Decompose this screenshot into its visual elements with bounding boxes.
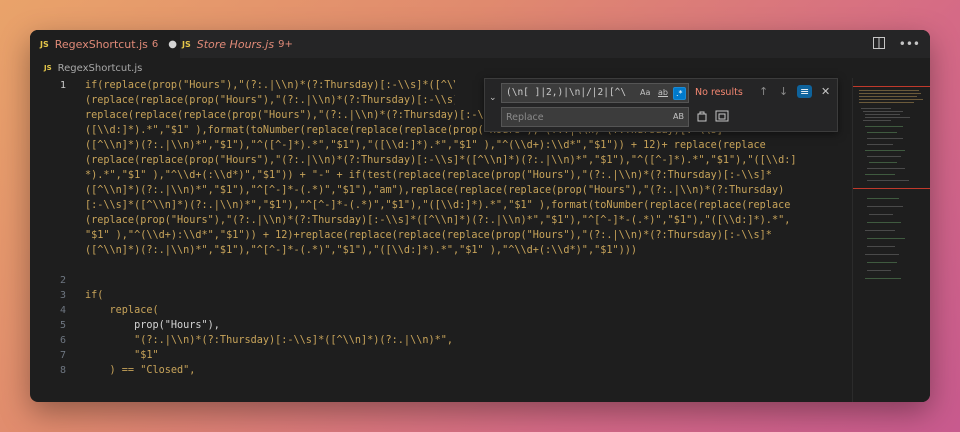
preserve-case-toggle[interactable]: AB xyxy=(673,112,684,121)
code-line: ([^\\n]*)(?:.|\\n)*","$1"),"^[^-]*-(.*)"… xyxy=(85,245,638,256)
minimap-line xyxy=(867,198,899,199)
minimap-line xyxy=(867,180,909,181)
code-line: "(?:.|\\n)*(?:Thursday)[:-\\s]*([^\\n]*)… xyxy=(85,335,454,346)
code-line: ) == "Closed", xyxy=(85,365,196,376)
minimap-line xyxy=(865,174,895,175)
minimap-line xyxy=(867,132,897,133)
code-line: "$1" ),"^(\\d+):\\d*","$1")) + 12)+repla… xyxy=(85,230,772,241)
minimap-marker xyxy=(853,86,930,87)
minimap-line xyxy=(863,111,903,112)
code-line: "$1" xyxy=(85,350,159,361)
minimap-line xyxy=(865,126,903,127)
code-line: if( xyxy=(85,290,104,301)
tab-label: RegexShortcut.js xyxy=(54,37,148,51)
regex-toggle[interactable]: .* xyxy=(673,87,686,100)
minimap-line xyxy=(869,214,893,215)
minimap-line xyxy=(867,156,901,157)
line-number: 5 xyxy=(59,320,66,331)
code-line: (replace(replace(prop("Hours"),"(?:.|\\n… xyxy=(85,95,455,106)
minimap-line xyxy=(867,246,895,247)
more-actions-icon[interactable]: ••• xyxy=(899,37,920,51)
minimap-line xyxy=(865,278,901,279)
code-line: replace( xyxy=(85,305,159,316)
minimap-line xyxy=(867,144,893,145)
code-line: *).*","$1" ),"^\\d+(:\\d*)","$1")) + "-"… xyxy=(85,170,772,181)
minimap-line xyxy=(865,254,899,255)
minimap[interactable] xyxy=(852,78,930,402)
replace-all-icon[interactable] xyxy=(715,110,729,125)
minimap-line xyxy=(865,117,910,118)
minimap-marker xyxy=(853,188,930,189)
minimap-line xyxy=(865,114,900,115)
minimap-line xyxy=(859,90,919,91)
line-number: 2 xyxy=(59,275,66,286)
previous-match-icon[interactable]: ↑ xyxy=(759,85,768,98)
match-case-toggle[interactable]: Aa xyxy=(638,87,652,98)
code-line: (replace(replace(prop("Hours"),"(?:.|\\n… xyxy=(85,155,797,166)
minimap-line xyxy=(867,262,897,263)
code-line: (replace(prop("Hours"),"(?:.|\\n)*(?:Thu… xyxy=(85,215,791,226)
breadcrumb-file[interactable]: RegexShortcut.js xyxy=(58,63,143,74)
find-replace-widget: ⌄ (\n[ ]|2,)|\n|/|2|[^\n]*) Aa ab .* No … xyxy=(484,78,838,132)
minimap-line xyxy=(859,93,921,94)
minimap-line xyxy=(863,120,891,121)
line-number: 6 xyxy=(59,335,66,346)
editor-window: JS RegexShortcut.js 6 ● JS Store Hours.j… xyxy=(30,30,930,402)
minimap-line xyxy=(867,222,901,223)
minimap-line xyxy=(867,206,903,207)
replace-input[interactable]: Replace AB xyxy=(501,107,689,127)
chevron-down-icon[interactable]: ⌄ xyxy=(489,93,497,103)
code-line: if(replace(prop("Hours"),"(?:.|\\n)*(?:T… xyxy=(85,80,455,91)
problem-count-badge: 6 xyxy=(151,38,159,50)
find-in-selection-icon[interactable]: ≡ xyxy=(797,85,813,98)
tab-bar: JS RegexShortcut.js 6 ● JS Store Hours.j… xyxy=(30,30,930,58)
minimap-line xyxy=(867,138,903,139)
minimap-line xyxy=(869,162,897,163)
js-file-icon: JS xyxy=(40,39,49,49)
replace-placeholder: Replace xyxy=(506,112,544,123)
line-number: 7 xyxy=(59,350,66,361)
close-icon[interactable]: ✕ xyxy=(821,85,830,98)
find-results-status: No results xyxy=(695,87,743,98)
tab-label: Store Hours.js xyxy=(196,37,275,51)
minimap-line xyxy=(861,108,891,109)
line-number: 1 xyxy=(59,80,66,91)
tab-actions: ••• xyxy=(872,30,920,58)
breadcrumb: JS RegexShortcut.js xyxy=(30,58,930,78)
problem-count-badge: 9+ xyxy=(278,38,293,50)
code-line: ([^\\n]*)(?:.|\\n)*","$1"),"^([^-]*).*",… xyxy=(85,140,766,151)
find-input[interactable]: (\n[ ]|2,)|\n|/|2|[^\n]*) Aa ab .* xyxy=(501,83,689,103)
whole-word-toggle[interactable]: ab xyxy=(656,87,670,98)
minimap-line xyxy=(859,99,923,100)
minimap-line xyxy=(865,230,895,231)
code-line: ([^\\n]*)(?:.|\\n)*","$1"),"^[^-]*-(.*)"… xyxy=(85,185,785,196)
code-line: prop("Hours"), xyxy=(85,320,220,331)
replace-one-icon[interactable] xyxy=(697,110,707,125)
next-match-icon[interactable]: ↓ xyxy=(779,85,788,98)
tab-store-hours[interactable]: JS Store Hours.js 9+ xyxy=(170,30,312,58)
minimap-line xyxy=(867,238,905,239)
js-file-icon: JS xyxy=(44,64,52,72)
js-file-icon: JS xyxy=(182,39,191,49)
line-number: 3 xyxy=(59,290,66,301)
minimap-line xyxy=(859,96,917,97)
split-editor-icon[interactable] xyxy=(872,36,885,52)
line-number: 4 xyxy=(59,305,66,316)
minimap-line xyxy=(867,270,891,271)
tab-regexshortcut[interactable]: JS RegexShortcut.js 6 ● xyxy=(30,30,180,58)
minimap-line xyxy=(865,150,905,151)
find-input-value: (\n[ ]|2,)|\n|/|2|[^\n]*) xyxy=(506,87,626,98)
minimap-line xyxy=(867,168,905,169)
line-number: 8 xyxy=(59,365,66,376)
code-line: [:-\\s]*([^\\n]*)(?:.|\\n)*","$1"),"^[^-… xyxy=(85,200,791,211)
minimap-line xyxy=(859,102,914,103)
